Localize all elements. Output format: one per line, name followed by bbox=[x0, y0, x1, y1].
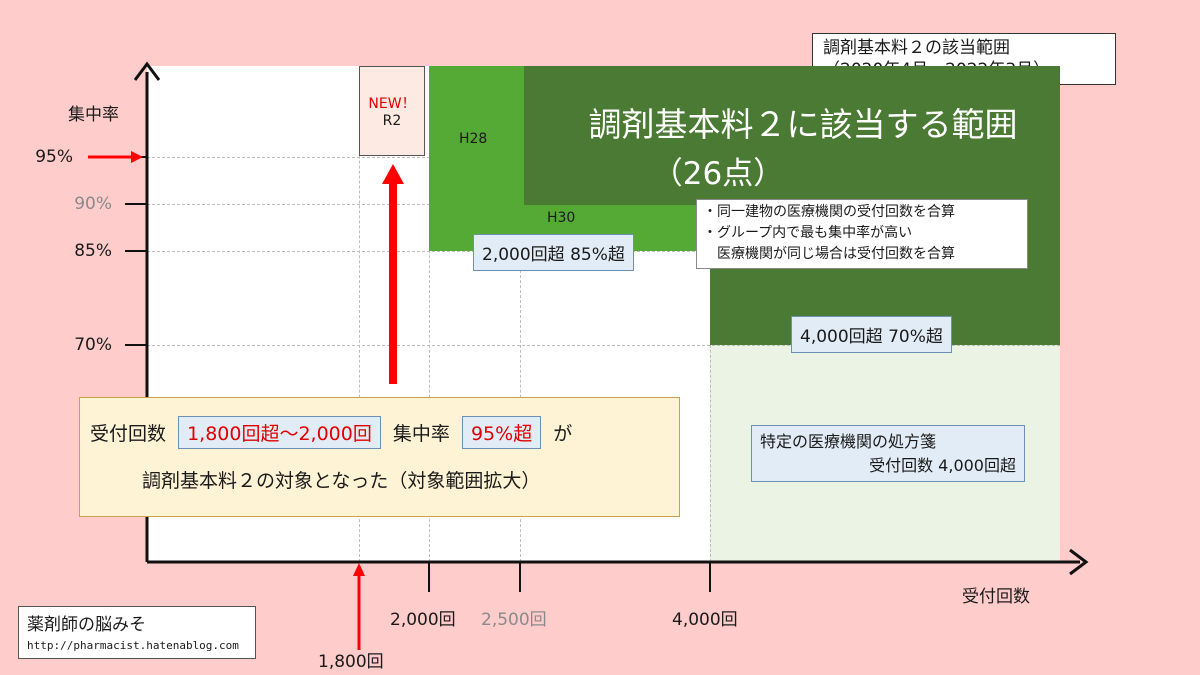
y-tick-label-95: 95% bbox=[35, 147, 73, 167]
red-arrow-big-head bbox=[382, 164, 404, 184]
x-tick-label-2000: 2,000回 bbox=[390, 610, 456, 630]
red-arrow-1800-head bbox=[353, 563, 365, 576]
callout-line-2: 調剤基本料２の対象となった（対象範囲拡大） bbox=[142, 470, 541, 492]
callout-rate-label: 集中率 bbox=[392, 423, 450, 445]
callout-suffix: が bbox=[553, 423, 573, 445]
x-axis-title: 受付回数 bbox=[962, 587, 1030, 607]
callout-line-1: 受付回数 1,800回超～2,000回 集中率 95%超 が bbox=[90, 416, 572, 449]
callout-prefix: 受付回数 bbox=[90, 423, 167, 445]
credit-box: 薬剤師の脳みそ http://pharmacist.hatenablog.com bbox=[18, 606, 256, 659]
y-tick-label-70: 70% bbox=[74, 335, 112, 355]
axes-svg bbox=[88, 61, 1089, 650]
callout-range: 1,800回超～2,000回 bbox=[178, 416, 381, 449]
y-tick-label-90: 90% bbox=[74, 194, 112, 214]
red-arrow-95-head bbox=[131, 151, 143, 163]
x-tick-label-1800: 1,800回 bbox=[318, 652, 384, 672]
x-tick-label-2500: 2,500回 bbox=[481, 610, 547, 630]
y-tick-label-85: 85% bbox=[74, 241, 112, 261]
x-tick-label-4000: 4,000回 bbox=[672, 610, 738, 630]
callout-box: 受付回数 1,800回超～2,000回 集中率 95%超 が 調剤基本料２の対象… bbox=[79, 397, 680, 517]
credit-url: http://pharmacist.hatenablog.com bbox=[27, 639, 239, 652]
y-axis-title: 集中率 bbox=[68, 105, 119, 125]
credit-name: 薬剤師の脳みそ bbox=[27, 615, 146, 635]
callout-rate: 95%超 bbox=[461, 416, 542, 449]
